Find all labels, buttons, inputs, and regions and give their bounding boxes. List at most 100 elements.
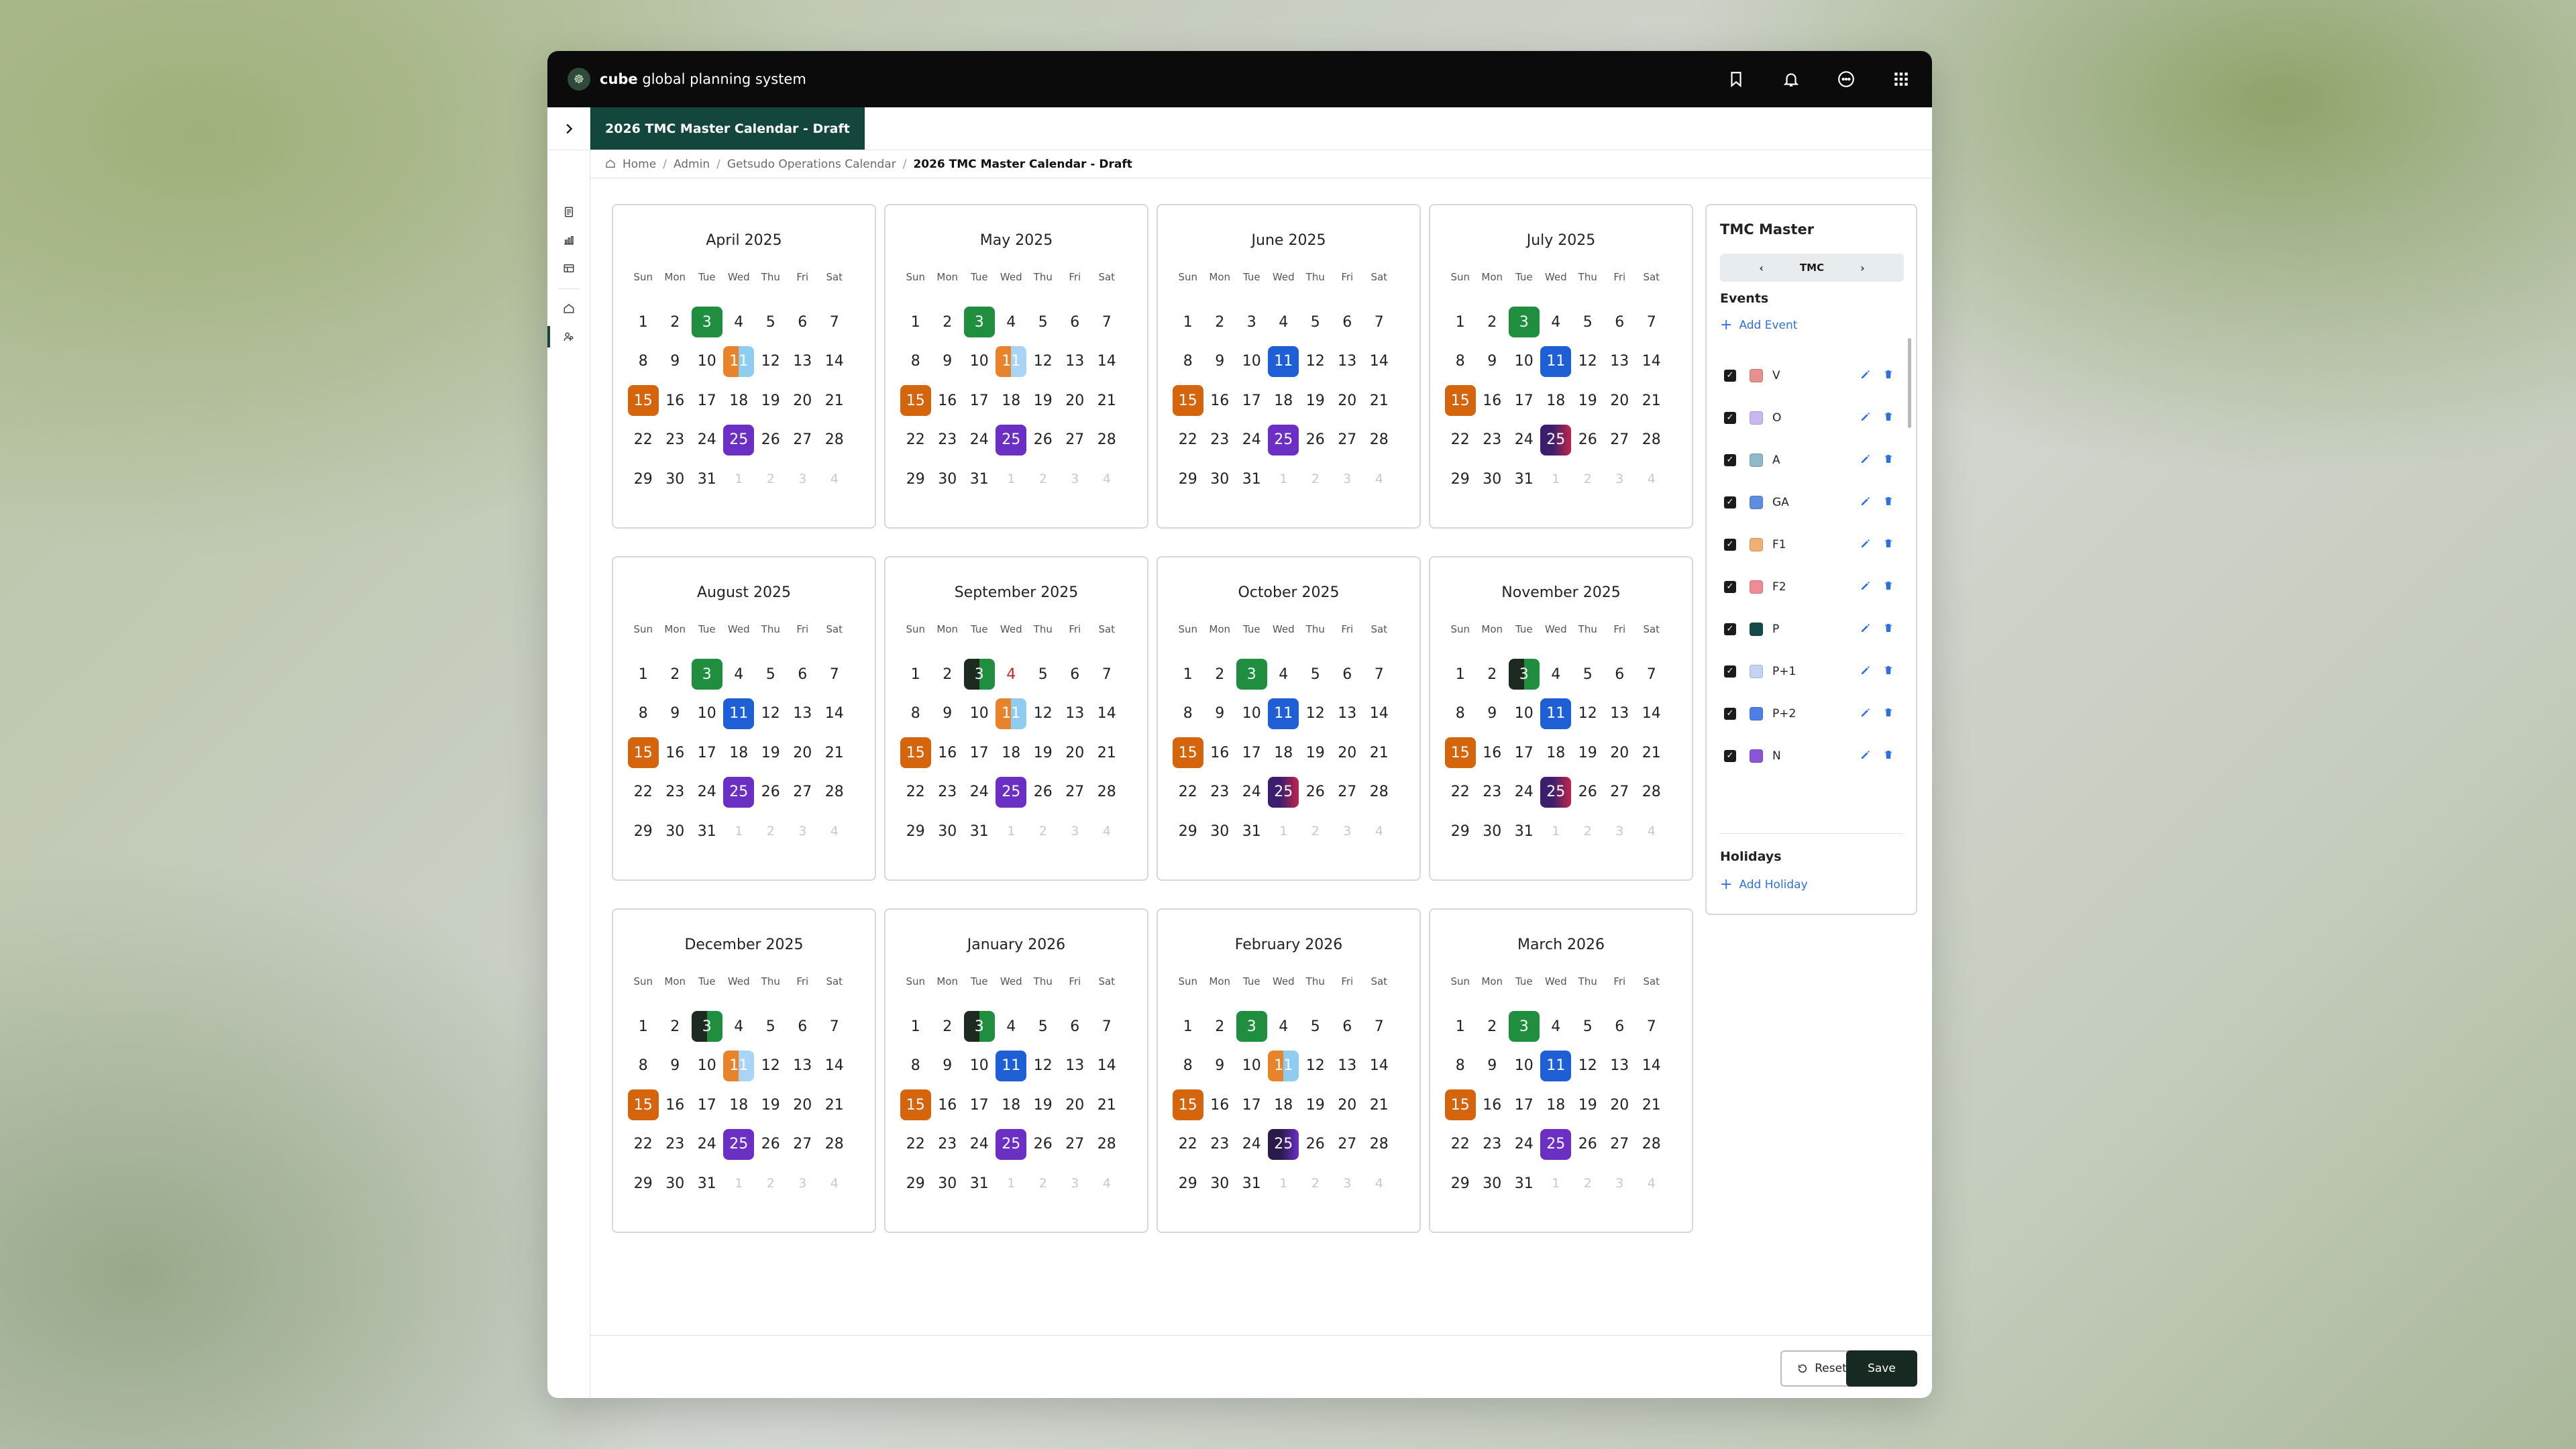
event-checkbox[interactable]: ✓ [1724,749,1736,762]
day-cell[interactable]: 31 [1236,1164,1268,1203]
day-cell[interactable]: 17 [1508,381,1540,421]
day-cell[interactable]: 29 [1444,1164,1477,1203]
day-cell[interactable]: 25 [723,421,755,460]
day-cell[interactable]: 21 [1363,381,1395,421]
day-cell[interactable]: 23 [659,1125,692,1165]
day-cell[interactable]: 19 [1572,733,1604,773]
day-cell[interactable]: 10 [1236,694,1268,734]
day-cell[interactable]: 16 [1204,1085,1236,1125]
day-cell[interactable]: 16 [659,1085,692,1125]
day-cell[interactable]: 6 [1059,655,1091,694]
day-cell[interactable]: 10 [691,694,723,734]
day-cell[interactable]: 26 [1027,421,1059,460]
day-cell[interactable]: 8 [1172,1046,1204,1086]
event-checkbox[interactable]: ✓ [1724,496,1736,508]
day-cell[interactable]: 2 [1477,1007,1509,1046]
day-cell[interactable]: 9 [659,342,692,382]
day-cell[interactable]: 30 [659,1164,692,1203]
day-cell[interactable]: 3 [1236,303,1268,342]
delete-icon[interactable] [1882,664,1894,679]
event-checkbox[interactable]: ✓ [1724,453,1736,466]
day-cell[interactable]: 11 [996,694,1028,734]
day-cell[interactable]: 7 [818,1007,851,1046]
day-cell[interactable]: 27 [1604,421,1636,460]
day-cell[interactable]: 20 [1604,1085,1636,1125]
events-scrollbar[interactable] [1908,338,1911,428]
day-cell[interactable]: 28 [818,421,851,460]
day-cell[interactable]: 23 [659,421,692,460]
day-cell[interactable]: 6 [1332,655,1364,694]
day-cell[interactable]: 3 [963,655,996,694]
day-cell[interactable]: 11 [996,342,1028,382]
day-cell[interactable]: 28 [1635,421,1668,460]
day-cell[interactable]: 14 [1635,694,1668,734]
day-cell[interactable]: 22 [627,773,659,812]
day-cell[interactable]: 25 [1268,421,1300,460]
day-cell[interactable]: 31 [691,460,723,499]
day-cell[interactable]: 24 [1508,421,1540,460]
day-cell[interactable]: 29 [1444,460,1477,499]
day-cell[interactable]: 11 [1268,1046,1300,1086]
day-cell[interactable]: 29 [627,460,659,499]
day-cell[interactable]: 10 [691,1046,723,1086]
day-cell[interactable]: 19 [755,733,787,773]
day-cell[interactable]: 5 [1027,655,1059,694]
day-cell[interactable]: 2 [1477,655,1509,694]
day-cell[interactable]: 21 [1635,733,1668,773]
day-cell[interactable]: 12 [1027,1046,1059,1086]
day-cell[interactable]: 15 [1444,1085,1477,1125]
delete-icon[interactable] [1882,368,1894,383]
day-cell[interactable]: 4 [723,1007,755,1046]
day-cell[interactable]: 21 [818,733,851,773]
day-cell[interactable]: 5 [1299,655,1332,694]
day-cell[interactable]: 25 [1540,421,1572,460]
admin-users-icon[interactable] [547,325,590,349]
chevron-right-icon[interactable]: › [1860,262,1865,274]
day-cell[interactable]: 5 [1299,303,1332,342]
add-event-button[interactable]: + Add Event [1720,318,1797,333]
day-cell[interactable]: 12 [1299,694,1332,734]
day-cell[interactable]: 8 [627,342,659,382]
edit-icon[interactable] [1860,453,1872,468]
day-cell[interactable]: 10 [1236,342,1268,382]
day-cell[interactable]: 7 [1363,303,1395,342]
day-cell[interactable]: 5 [755,655,787,694]
day-cell[interactable]: 1 [1172,655,1204,694]
day-cell[interactable]: 24 [1236,773,1268,812]
day-cell[interactable]: 15 [900,381,932,421]
day-cell[interactable]: 6 [1332,303,1364,342]
day-cell[interactable]: 21 [1363,1085,1395,1125]
day-cell[interactable]: 1 [900,655,932,694]
day-cell[interactable]: 3 [1236,655,1268,694]
day-cell[interactable]: 23 [1477,421,1509,460]
day-cell[interactable]: 25 [996,1125,1028,1165]
event-checkbox[interactable]: ✓ [1724,538,1736,551]
user-avatar-icon[interactable] [1835,68,1857,90]
day-cell[interactable]: 11 [1540,694,1572,734]
day-cell[interactable]: 25 [1268,1125,1300,1165]
day-cell[interactable]: 2 [1477,303,1509,342]
day-cell[interactable]: 11 [1268,342,1300,382]
day-cell[interactable]: 19 [755,1085,787,1125]
day-cell[interactable]: 16 [1477,733,1509,773]
delete-icon[interactable] [1882,749,1894,763]
day-cell[interactable]: 4 [996,655,1028,694]
day-cell[interactable]: 23 [932,773,964,812]
day-cell[interactable]: 5 [1027,1007,1059,1046]
day-cell[interactable]: 25 [1540,1125,1572,1165]
delete-icon[interactable] [1882,580,1894,594]
day-cell[interactable]: 28 [1363,421,1395,460]
day-cell[interactable]: 28 [1091,1125,1123,1165]
day-cell[interactable]: 6 [1059,303,1091,342]
day-cell[interactable]: 20 [1059,381,1091,421]
day-cell[interactable]: 27 [1332,421,1364,460]
day-cell[interactable]: 15 [1172,1085,1204,1125]
day-cell[interactable]: 23 [1204,421,1236,460]
delete-icon[interactable] [1882,537,1894,552]
day-cell[interactable]: 27 [1059,1125,1091,1165]
day-cell[interactable]: 31 [1508,460,1540,499]
day-cell[interactable]: 29 [1444,812,1477,851]
day-cell[interactable]: 29 [1172,460,1204,499]
day-cell[interactable]: 15 [1172,381,1204,421]
day-cell[interactable]: 27 [787,1125,819,1165]
